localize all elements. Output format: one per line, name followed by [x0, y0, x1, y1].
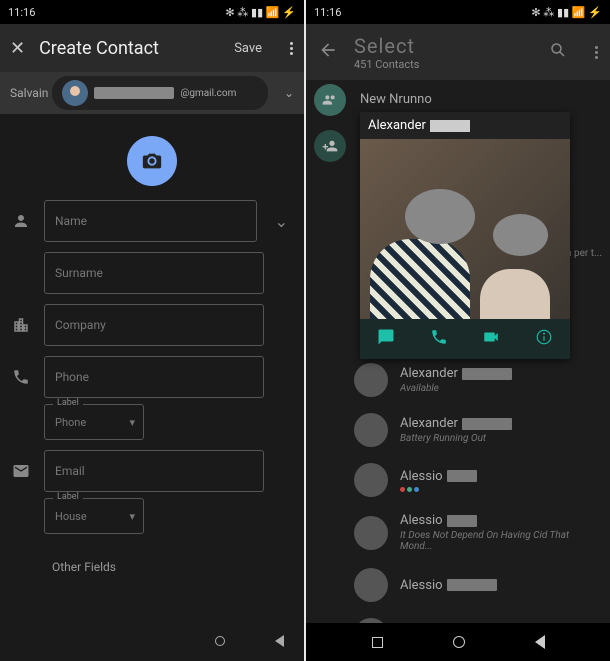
info-button[interactable] — [535, 328, 553, 350]
overflow-menu[interactable] — [595, 46, 598, 59]
avatar — [354, 516, 388, 550]
nav-recents[interactable] — [372, 637, 383, 648]
caret-down-icon: ▾ — [129, 510, 135, 523]
photo-section — [0, 114, 304, 200]
avatar — [354, 413, 388, 447]
contact-item[interactable]: AlexanderBattery Running Out — [306, 405, 610, 455]
account-avatar — [62, 80, 88, 106]
header-title: Create Contact — [39, 38, 220, 59]
contact-item[interactable]: Alex — [306, 610, 610, 623]
side-partial-text: n per t... — [566, 248, 602, 259]
popup-contact-photo[interactable] — [360, 139, 570, 319]
select-header: Select 451 Contacts — [306, 24, 610, 80]
status-time: 11:16 — [314, 6, 341, 19]
contact-item[interactable]: AlessioIt Does Not Depend On Having Cid … — [306, 505, 610, 560]
surname-field[interactable]: Surname — [44, 252, 264, 294]
phone-icon — [10, 368, 32, 386]
account-prefix: Salvain — [10, 86, 48, 100]
video-call-button[interactable] — [482, 328, 500, 350]
contact-item[interactable]: AlexanderAvailable — [306, 355, 610, 405]
new-group-item[interactable]: New Nrunno — [306, 80, 610, 115]
avatar — [354, 363, 388, 397]
name-field[interactable]: Name — [44, 200, 257, 242]
email-label-select[interactable]: Label House ▾ — [44, 498, 144, 534]
avatar — [354, 568, 388, 602]
select-contact-screen: 11:16 ✻ ⁂ ▮▮ 📶 ⚡ Select 451 Contacts New… — [306, 0, 610, 661]
email-icon — [10, 462, 32, 480]
chevron-down-icon[interactable]: ⌄ — [284, 86, 294, 100]
expand-name-icon[interactable]: ⌄ — [269, 212, 294, 231]
contact-list[interactable]: New Nrunno n per t... AlexanderAvailable… — [306, 80, 610, 623]
status-icons: ✻ ⁂ ▮▮ 📶 ⚡ — [531, 6, 602, 19]
caret-down-icon: ▾ — [129, 416, 135, 429]
message-button[interactable] — [377, 328, 395, 350]
contact-form: Name ⌄ Surname Company Phone Label Phone… — [0, 200, 304, 661]
popup-contact-name: Alexander — [360, 112, 570, 139]
overflow-menu[interactable] — [290, 42, 294, 55]
create-contact-header: ✕ Create Contact Save — [0, 24, 304, 72]
nav-home[interactable] — [453, 636, 465, 648]
nav-back[interactable] — [275, 635, 284, 647]
contact-preview-popup: Alexander — [360, 112, 570, 359]
back-button[interactable] — [318, 40, 338, 64]
account-email-redacted — [94, 87, 174, 99]
company-field[interactable]: Company — [44, 304, 264, 346]
account-selector[interactable]: Salvain @gmail.com ⌄ — [0, 72, 304, 114]
status-time: 11:16 — [8, 6, 35, 19]
header-title: Select — [354, 34, 533, 58]
save-button[interactable]: Save — [234, 41, 262, 56]
nav-bar-right — [306, 623, 610, 661]
create-contact-screen: 11:16 ✻ ⁂ ▮▮ 📶 ⚡ ✕ Create Contact Save S… — [0, 0, 304, 661]
other-fields-link[interactable]: Other Fields — [10, 544, 294, 582]
person-icon — [10, 212, 32, 230]
phone-field[interactable]: Phone — [44, 356, 264, 398]
header-subtitle: 451 Contacts — [354, 58, 533, 71]
account-email-suffix: @gmail.com — [180, 88, 236, 99]
company-icon — [10, 316, 32, 334]
add-photo-button[interactable] — [127, 136, 177, 186]
contact-item[interactable]: Alessio — [306, 455, 610, 505]
nav-back[interactable] — [535, 635, 545, 649]
call-button[interactable] — [430, 328, 448, 350]
close-icon[interactable]: ✕ — [10, 38, 25, 59]
avatar — [354, 618, 388, 623]
status-icons: ✻ ⁂ ▮▮ 📶 ⚡ — [225, 6, 296, 19]
status-bar-right: 11:16 ✻ ⁂ ▮▮ 📶 ⚡ — [306, 0, 610, 24]
nav-home[interactable] — [215, 636, 225, 646]
new-group-icon[interactable] — [314, 84, 346, 116]
contact-item[interactable]: Alessio — [306, 560, 610, 610]
camera-icon — [141, 150, 163, 172]
nav-bar-left — [215, 625, 284, 657]
new-contact-icon[interactable] — [314, 130, 346, 162]
avatar — [354, 463, 388, 497]
email-field[interactable]: Email — [44, 450, 264, 492]
search-button[interactable] — [549, 41, 567, 63]
phone-label-select[interactable]: Label Phone ▾ — [44, 404, 144, 440]
status-bar-left: 11:16 ✻ ⁂ ▮▮ 📶 ⚡ — [0, 0, 304, 24]
